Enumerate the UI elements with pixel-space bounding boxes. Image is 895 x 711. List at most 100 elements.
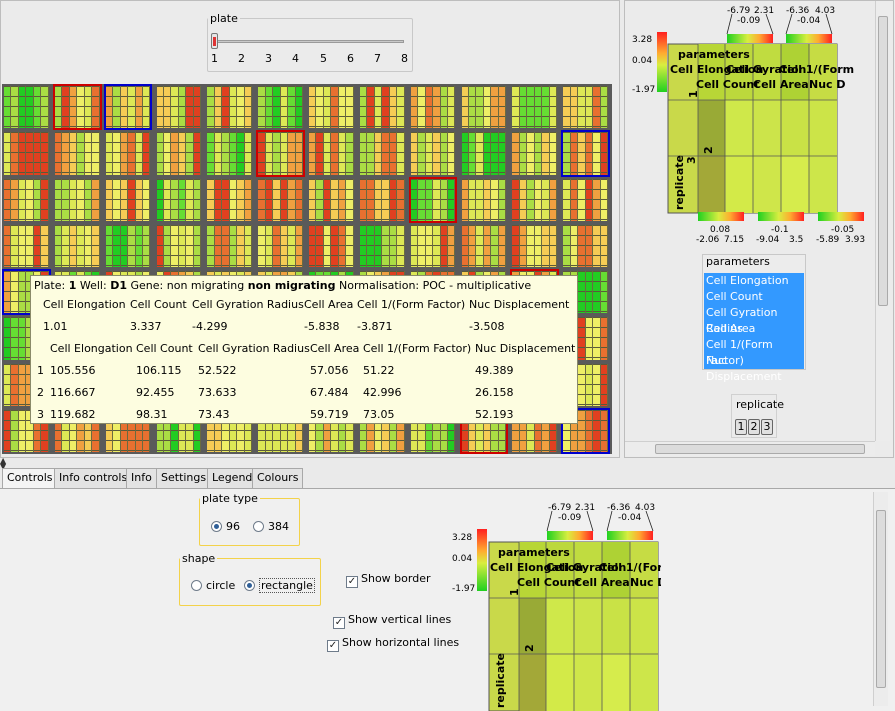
- well[interactable]: [4, 178, 49, 221]
- parameter-item[interactable]: Cell Area: [704, 321, 804, 337]
- checkmark-icon[interactable]: ✓: [333, 617, 345, 629]
- tooltip-summary-header: Cell Area: [304, 298, 354, 311]
- well[interactable]: [410, 86, 456, 129]
- shape-circle[interactable]: circle: [191, 579, 235, 592]
- well[interactable]: [54, 224, 100, 267]
- well[interactable]: [309, 224, 354, 267]
- radio-icon[interactable]: [191, 580, 202, 591]
- legend-horizontal-scrollbar[interactable]: [625, 441, 875, 456]
- well[interactable]: [258, 86, 303, 129]
- plate-type-96[interactable]: 96: [211, 520, 240, 533]
- radio-icon[interactable]: [253, 521, 264, 532]
- well[interactable]: [359, 86, 405, 129]
- well[interactable]: [4, 132, 49, 175]
- well-parameter-cell: [265, 132, 274, 175]
- well[interactable]: [103, 84, 153, 131]
- checkmark-icon[interactable]: ✓: [346, 576, 358, 588]
- top-scale-bar: [786, 34, 832, 43]
- well[interactable]: [461, 86, 507, 129]
- well[interactable]: [309, 132, 354, 175]
- plate-tick: 6: [347, 52, 354, 65]
- well[interactable]: [410, 132, 456, 175]
- well[interactable]: [105, 224, 151, 267]
- well[interactable]: [4, 224, 49, 267]
- checkmark-icon[interactable]: ✓: [327, 640, 339, 652]
- plate-slider-thumb[interactable]: [211, 33, 218, 49]
- show-border-checkbox[interactable]: ✓ Show border: [346, 572, 431, 588]
- well[interactable]: [410, 224, 456, 267]
- parameter-item[interactable]: Cell Count: [704, 289, 804, 305]
- plate-type-384[interactable]: 384: [253, 520, 289, 533]
- scrollbar-thumb[interactable]: [876, 510, 886, 688]
- well[interactable]: [207, 86, 253, 129]
- well-parameter-cell: [54, 178, 63, 221]
- parameter-item[interactable]: Cell Gyration Radius: [704, 305, 804, 335]
- well-parameter-cell: [135, 132, 143, 175]
- radio-icon[interactable]: [211, 521, 222, 532]
- well[interactable]: [512, 132, 558, 175]
- well[interactable]: [156, 224, 202, 267]
- tab-info-controls[interactable]: Info controls: [54, 468, 133, 488]
- well[interactable]: [207, 132, 253, 175]
- well-parameter-cell: [222, 178, 230, 221]
- tab-info[interactable]: Info: [126, 468, 157, 488]
- parameter-item[interactable]: Cell 1/(Form Factor): [704, 337, 804, 367]
- well[interactable]: [258, 224, 303, 267]
- controls-vertical-scrollbar[interactable]: [873, 492, 888, 706]
- well[interactable]: [54, 132, 100, 175]
- well[interactable]: [512, 86, 558, 129]
- tab-colours[interactable]: Colours: [252, 468, 304, 488]
- well[interactable]: [408, 176, 458, 223]
- well[interactable]: [461, 132, 507, 175]
- scrollbar-thumb[interactable]: [655, 444, 865, 454]
- parameter-item[interactable]: Cell Elongation: [704, 273, 804, 289]
- well[interactable]: [563, 178, 608, 221]
- replicate-button[interactable]: 1: [735, 419, 747, 435]
- parameters-list[interactable]: Cell Elongation Cell Count Cell Gyration…: [704, 273, 804, 383]
- show-vertical-lines-checkbox[interactable]: ✓ Show vertical lines: [333, 613, 451, 629]
- well-parameter-cell: [410, 178, 419, 221]
- well[interactable]: [54, 178, 100, 221]
- well[interactable]: [258, 178, 303, 221]
- tab-settings[interactable]: Settings: [156, 468, 212, 488]
- well[interactable]: [156, 132, 202, 175]
- well[interactable]: [359, 178, 405, 221]
- well-parameter-cell: [600, 132, 608, 175]
- radio-icon[interactable]: [244, 580, 255, 591]
- well[interactable]: [359, 224, 405, 267]
- shape-rectangle[interactable]: rectangle: [244, 578, 315, 593]
- replicate-button[interactable]: 3: [761, 419, 773, 435]
- well[interactable]: [512, 178, 558, 221]
- well-parameter-cell: [563, 86, 571, 129]
- well[interactable]: [461, 224, 507, 267]
- well[interactable]: [207, 224, 253, 267]
- well[interactable]: [207, 178, 253, 221]
- well[interactable]: [563, 224, 608, 267]
- well[interactable]: [256, 130, 305, 177]
- legend-vertical-scrollbar[interactable]: [875, 1, 890, 441]
- well[interactable]: [105, 178, 151, 221]
- well[interactable]: [52, 84, 102, 131]
- plate-slider-track[interactable]: [214, 40, 404, 43]
- well[interactable]: [561, 130, 610, 177]
- tab-controls[interactable]: Controls: [2, 468, 58, 489]
- well[interactable]: [461, 178, 507, 221]
- parameter-item[interactable]: Nuc Displacement: [704, 353, 804, 383]
- show-horizontal-lines-checkbox[interactable]: ✓ Show horizontal lines: [327, 636, 459, 652]
- well[interactable]: [309, 86, 354, 129]
- well-parameter-cell: [229, 86, 238, 129]
- well-parameter-cell: [18, 178, 27, 221]
- replicate-button[interactable]: 2: [748, 419, 760, 435]
- plate-tick: 5: [320, 52, 327, 65]
- well[interactable]: [512, 224, 558, 267]
- tab-legend[interactable]: Legend: [207, 468, 258, 488]
- well[interactable]: [359, 132, 405, 175]
- scrollbar-thumb[interactable]: [878, 16, 888, 306]
- well[interactable]: [105, 132, 151, 175]
- well-parameter-cell: [214, 224, 223, 267]
- well[interactable]: [156, 178, 202, 221]
- well[interactable]: [563, 86, 608, 129]
- well[interactable]: [309, 178, 354, 221]
- well[interactable]: [4, 86, 49, 129]
- well[interactable]: [156, 86, 202, 129]
